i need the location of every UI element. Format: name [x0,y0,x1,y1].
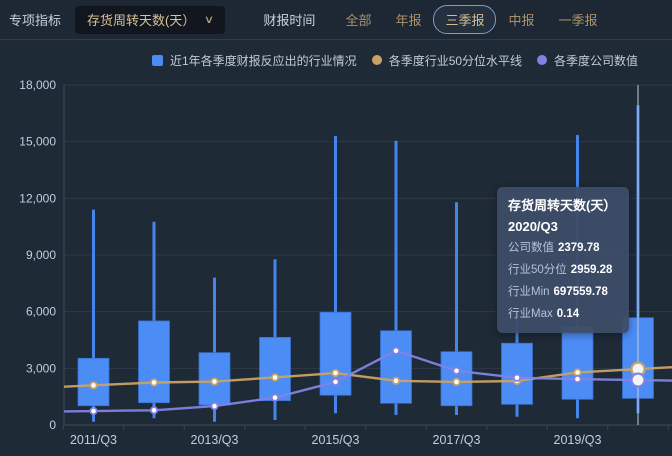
industry-median-line-point-2015/Q3[interactable] [332,370,338,376]
x-axis-tick-label: 2011/Q3 [70,433,117,447]
inventory-turnover-dashboard: 专项指标 存货周转天数(天） ∨ 财报时间 全部 年报 三季报 中报 一季报 近… [0,0,672,456]
legend-item-industry-median[interactable]: 各季度行业50分位水平线 [372,52,522,69]
report-period-label: 财报时间 [263,10,315,29]
y-axis-tick-label: 15,000 [19,135,56,149]
gold-dot-icon [372,55,382,65]
legend-label: 各季度行业50分位水平线 [389,52,522,69]
tab-interim[interactable]: 中报 [496,5,546,34]
y-axis-tick-label: 9,000 [26,248,56,262]
x-axis-tick-label: 2017/Q3 [433,433,481,447]
metric-dropdown[interactable]: 存货周转天数(天） ∨ [75,6,225,34]
tab-q3-report[interactable]: 三季报 [433,5,496,34]
boxplot-box-2014/Q3[interactable] [260,337,291,400]
company-value-line-point-2011/Q3[interactable] [90,408,96,414]
y-axis-tick-label: 0 [49,418,56,432]
industry-median-line-point-2016/Q3[interactable] [393,378,399,384]
company-value-line-point-2016/Q3[interactable] [393,348,399,354]
y-axis-tick-label: 12,000 [19,191,56,205]
y-axis-tick-label: 18,000 [19,78,56,92]
toolbar: 专项指标 存货周转天数(天） ∨ 财报时间 全部 年报 三季报 中报 一季报 [0,0,672,40]
legend-label: 各季度公司数值 [554,52,638,69]
tab-q1-report[interactable]: 一季报 [547,5,610,34]
company-value-line-point-2015/Q3[interactable] [332,379,338,385]
company-value-line-point-2012/Q3[interactable] [151,407,157,413]
boxplot-chart[interactable]: 0 3,000 6,000 9,000 12,000 15,000 18,000 2011/Q… [0,75,672,456]
legend-item-industry-box[interactable]: 近1年各季度财报反应出的行业情况 [152,52,357,69]
report-period-tabs: 全部 年报 三季报 中报 一季报 [333,5,609,34]
purple-dot-icon [537,55,547,65]
company-value-highlight-point[interactable] [632,374,645,387]
industry-median-line-point-2013/Q3[interactable] [211,378,217,384]
boxplot-box-2019/Q3[interactable] [562,327,593,400]
boxplot-box-2016/Q3[interactable] [381,331,412,404]
company-value-line-point-2014/Q3[interactable] [272,394,278,400]
company-value-line-point-2018/Q3[interactable] [514,375,520,381]
industry-median-line-point-2017/Q3[interactable] [453,379,459,385]
boxplot-box-2012/Q3[interactable] [139,321,170,403]
company-value-line-point-2019/Q3[interactable] [574,376,580,382]
industry-median-line-point-2019/Q3[interactable] [574,369,580,375]
blue-square-icon [152,55,163,66]
metric-label: 专项指标 [9,10,61,29]
metric-dropdown-value: 存货周转天数(天） [87,10,195,29]
tab-all[interactable]: 全部 [333,5,383,34]
x-axis-tick-label: 2019/Q3 [554,433,602,447]
y-axis-tick-label: 6,000 [26,305,56,319]
chart-svg[interactable]: 0 3,000 6,000 9,000 12,000 15,000 18,000 2011/Q… [0,75,672,456]
legend: 近1年各季度财报反应出的行业情况 各季度行业50分位水平线 各季度公司数值 [152,51,638,69]
chevron-down-icon: ∨ [204,13,214,26]
tab-annual[interactable]: 年报 [383,5,433,34]
company-value-line-point-2017/Q3[interactable] [453,368,459,374]
legend-label: 近1年各季度财报反应出的行业情况 [170,52,357,69]
y-axis-tick-label: 3,000 [26,361,56,375]
industry-median-line-point-2014/Q3[interactable] [272,374,278,380]
industry-median-line-point-2012/Q3[interactable] [151,379,157,385]
company-value-line-point-2013/Q3[interactable] [211,403,217,409]
legend-item-company-value[interactable]: 各季度公司数值 [537,52,638,69]
industry-median-line-point-2011/Q3[interactable] [90,382,96,388]
x-axis-tick-label: 2013/Q3 [191,433,239,447]
x-axis-tick-label: 2015/Q3 [312,433,360,447]
